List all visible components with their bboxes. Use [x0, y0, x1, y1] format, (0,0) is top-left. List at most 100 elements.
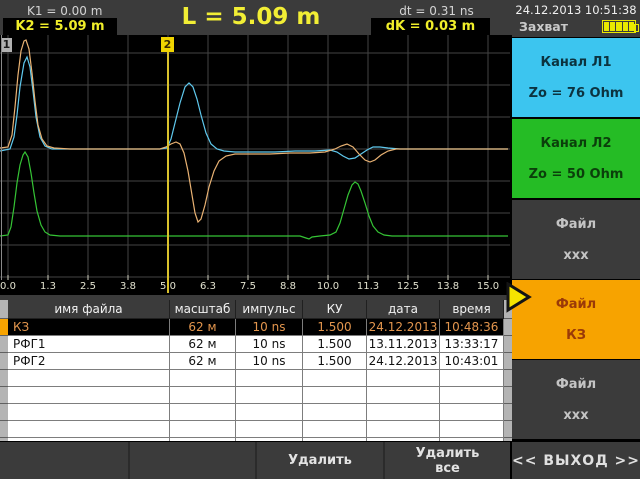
x-tick-label: 15.0 — [473, 281, 503, 292]
table-cell — [303, 421, 367, 438]
footer-button-4[interactable]: Удалить все — [383, 442, 510, 479]
table-cell: КЗ — [8, 319, 170, 336]
table-gutter — [504, 421, 512, 438]
table-cell: 10:43:01 — [440, 353, 504, 370]
table-cell: 10 ns — [236, 353, 303, 370]
table-gutter — [0, 300, 8, 319]
table-cell — [367, 404, 440, 421]
table-row[interactable]: РФГ162 м10 ns1.50013.11.201313:33:17 — [8, 336, 504, 353]
table-header-row: имя файламасштабимпульсКУдатавремя — [8, 300, 504, 319]
x-tick-label: 1.3 — [33, 281, 63, 292]
table-cell — [236, 438, 303, 441]
datetime-label: 24.12.2013 10:51:38 — [512, 3, 640, 17]
battery-segment — [623, 22, 628, 31]
marker-2-line[interactable] — [167, 37, 169, 293]
channel-L2-trace — [0, 152, 508, 239]
column-header: дата — [367, 300, 440, 319]
battery-segment — [629, 22, 634, 31]
table-gutter — [0, 387, 8, 404]
x-tick-label: 10.0 — [313, 281, 343, 292]
sidebar-button-канал-л1-zo-76-ohm[interactable]: Канал Л1Zo = 76 Ohm — [512, 38, 640, 117]
x-tick-label: 13.8 — [433, 281, 463, 292]
sidebar-button-line2: xxx — [563, 408, 588, 423]
table-cell: 10 ns — [236, 336, 303, 353]
x-tick-label: 8.8 — [273, 281, 303, 292]
table-cell — [303, 404, 367, 421]
table-cell: РФГ2 — [8, 353, 170, 370]
exit-button[interactable]: << ВЫХОД >> — [512, 442, 640, 479]
table-cell — [303, 387, 367, 404]
footer-button-label: Удалить — [288, 453, 352, 468]
table-gutter — [0, 336, 8, 353]
table-cell: 1.500 — [303, 336, 367, 353]
table-cell — [236, 404, 303, 421]
table-cell — [8, 421, 170, 438]
column-header: масштаб — [170, 300, 236, 319]
table-cell: 10:48:36 — [440, 319, 504, 336]
table-cell: 10 ns — [236, 319, 303, 336]
table-row[interactable] — [8, 438, 504, 441]
sidebar-button-канал-л2-zo-50-ohm[interactable]: Канал Л2Zo = 50 Ohm — [512, 119, 640, 198]
table-gutter — [504, 387, 512, 404]
table-cell: 24.12.2013 — [367, 353, 440, 370]
table-cell — [440, 421, 504, 438]
table-gutter — [504, 438, 512, 441]
marker-1-label[interactable]: 1 — [1, 38, 12, 52]
table-row[interactable] — [8, 387, 504, 404]
table-cell — [367, 387, 440, 404]
x-tick-label: 7.5 — [233, 281, 263, 292]
footer-button-bar: Удалить Удалить все — [0, 442, 510, 479]
table-cell — [367, 421, 440, 438]
column-header: КУ — [303, 300, 367, 319]
table-cell: 1.500 — [303, 319, 367, 336]
table-cell — [440, 387, 504, 404]
table-gutter — [0, 404, 8, 421]
table-cell — [170, 404, 236, 421]
channel-L1-trace — [0, 57, 508, 159]
battery-segment — [610, 22, 615, 31]
footer-button-3[interactable]: Удалить — [255, 442, 383, 479]
battery-segment — [604, 22, 609, 31]
sidebar-button-line1: Файл — [556, 377, 596, 392]
table-gutter — [504, 319, 512, 336]
waveform-plot: 1 2 — [0, 35, 510, 280]
table-cell: 13.11.2013 — [367, 336, 440, 353]
marker1-readout: K1 = 0.00 m — [27, 4, 102, 18]
table-cell — [440, 370, 504, 387]
table-row[interactable]: РФГ262 м10 ns1.50024.12.201310:43:01 — [8, 353, 504, 370]
table-cell — [8, 370, 170, 387]
table-cell — [303, 370, 367, 387]
sidebar-button-файл-xxx[interactable]: Файл xxx — [512, 360, 640, 439]
table-gutter — [504, 336, 512, 353]
sidebar-button-файл-xxx[interactable]: Файл xxx — [512, 200, 640, 279]
column-header: имя файла — [8, 300, 170, 319]
table-cell: РФГ1 — [8, 336, 170, 353]
table-row[interactable] — [8, 370, 504, 387]
column-header: импульс — [236, 300, 303, 319]
table-cell: 62 м — [170, 336, 236, 353]
table-cell — [303, 438, 367, 441]
sidebar-button-line1: Файл — [556, 217, 596, 232]
table-cell — [440, 404, 504, 421]
table-cell — [170, 387, 236, 404]
table-gutter — [504, 370, 512, 387]
sidebar-button-line2: xxx — [563, 248, 588, 263]
selected-row-marker — [0, 319, 8, 336]
x-tick-label: 2.5 — [73, 281, 103, 292]
table-row[interactable]: КЗ62 м10 ns1.50024.12.201310:48:36 — [8, 319, 504, 336]
table-gutter — [504, 404, 512, 421]
marker-1-line[interactable] — [1, 35, 2, 280]
sidebar-button-line1: Файл — [556, 297, 596, 312]
file-table: имя файламасштабимпульсКУдатавремяКЗ62 м… — [0, 300, 512, 441]
table-cell: 24.12.2013 — [367, 319, 440, 336]
x-tick-label: 3.8 — [113, 281, 143, 292]
table-cell — [8, 404, 170, 421]
table-cell — [236, 421, 303, 438]
sidebar-button-line2: КЗ — [566, 328, 586, 343]
x-tick-label: 12.5 — [393, 281, 423, 292]
table-row[interactable] — [8, 421, 504, 438]
marker-2-label[interactable]: 2 — [161, 37, 174, 52]
table-cell: 62 м — [170, 319, 236, 336]
waveform-canvas — [0, 35, 510, 280]
table-row[interactable] — [8, 404, 504, 421]
